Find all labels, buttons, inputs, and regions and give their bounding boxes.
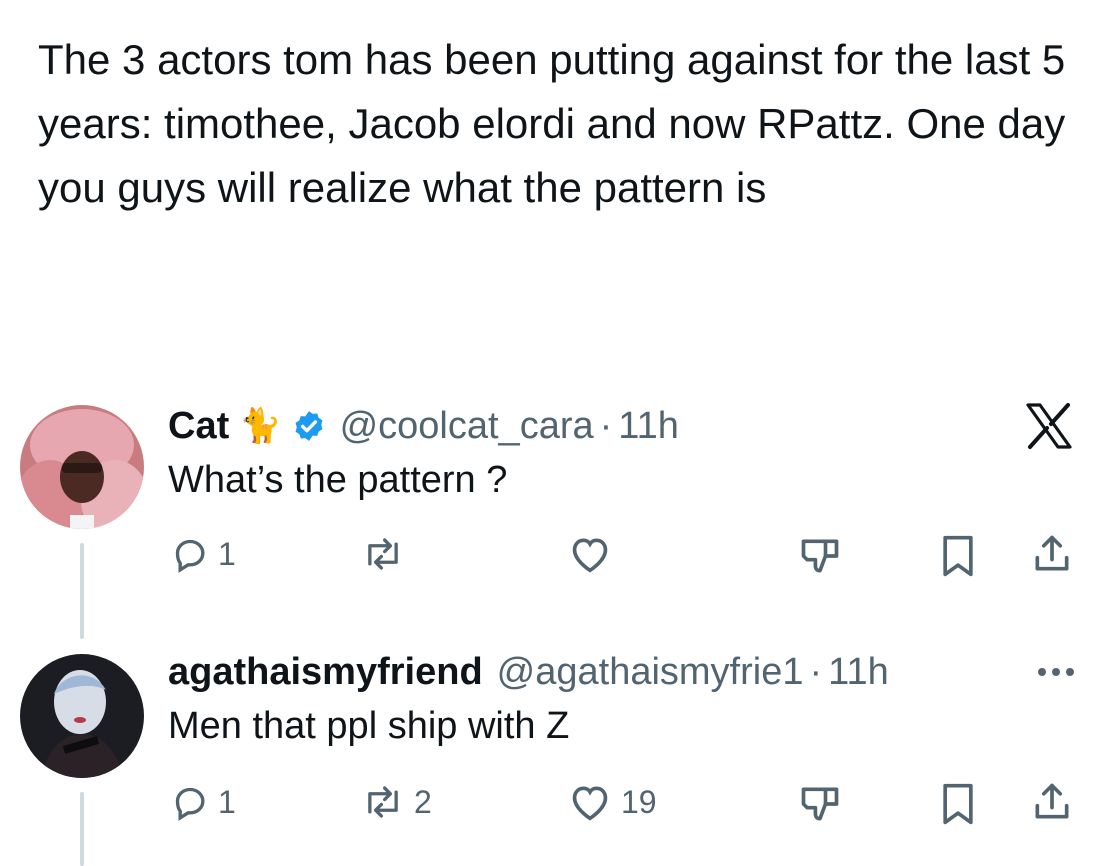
- thread-line: [80, 792, 84, 866]
- repost-icon: [368, 538, 398, 570]
- reply-text: What’s the pattern ?: [168, 459, 508, 501]
- timestamp[interactable]: 11h: [618, 405, 679, 448]
- timestamp[interactable]: 11h: [828, 651, 889, 694]
- comment-icon: [175, 539, 205, 573]
- downvote-button[interactable]: [798, 782, 842, 826]
- like-button[interactable]: [567, 534, 621, 574]
- verified-badge-icon: [292, 409, 326, 443]
- separator-dot: ·: [599, 404, 613, 447]
- more-dot: [1066, 668, 1074, 676]
- heart-icon: [572, 786, 608, 821]
- reply-header: Cat 🐈 @coolcat_cara · 11h: [168, 402, 679, 450]
- share-icon: [1035, 783, 1069, 819]
- handle[interactable]: @coolcat_cara: [340, 405, 594, 448]
- like-button[interactable]: 19: [567, 782, 657, 822]
- reply-header: agathaismyfriend @agathaismyfrie1 · 11h: [168, 648, 889, 696]
- bookmark-icon: [943, 783, 973, 825]
- more-dot: [1052, 668, 1060, 676]
- reply-count: 1: [218, 783, 236, 820]
- repost-button[interactable]: [360, 534, 414, 574]
- cat-emoji: 🐈: [239, 407, 282, 445]
- bookmark-button[interactable]: [940, 534, 976, 578]
- more-dot: [1038, 668, 1046, 676]
- separator-dot: ·: [809, 650, 823, 693]
- thread-line: [80, 543, 84, 639]
- like-count: 19: [621, 783, 657, 820]
- avatar[interactable]: [20, 405, 144, 529]
- share-icon: [1035, 535, 1069, 571]
- bookmark-button[interactable]: [940, 782, 976, 826]
- downvote-button[interactable]: [798, 534, 842, 578]
- share-button[interactable]: [1030, 780, 1074, 824]
- share-button[interactable]: [1030, 532, 1074, 576]
- more-options-icon[interactable]: [1038, 668, 1074, 676]
- reply-count: 1: [218, 535, 236, 572]
- repost-button[interactable]: 2: [360, 782, 432, 822]
- reply-button[interactable]: 1: [170, 534, 236, 574]
- display-name[interactable]: agathaismyfriend: [168, 651, 483, 694]
- avatar[interactable]: [20, 654, 144, 778]
- bookmark-icon: [943, 535, 973, 577]
- repost-count: 2: [414, 783, 432, 820]
- reply-text: Men that ppl ship with Z: [168, 705, 570, 747]
- repost-icon: [368, 786, 398, 818]
- thumbs-down-icon: [801, 787, 839, 821]
- handle[interactable]: @agathaismyfrie1: [497, 651, 804, 694]
- display-name[interactable]: Cat: [168, 405, 229, 448]
- heart-icon: [572, 538, 608, 573]
- comment-icon: [175, 787, 205, 821]
- x-logo-icon[interactable]: [1024, 402, 1074, 455]
- reply-button[interactable]: 1: [170, 782, 236, 822]
- thumbs-down-icon: [801, 539, 839, 573]
- quoted-post-text: The 3 actors tom has been putting agains…: [38, 36, 1066, 211]
